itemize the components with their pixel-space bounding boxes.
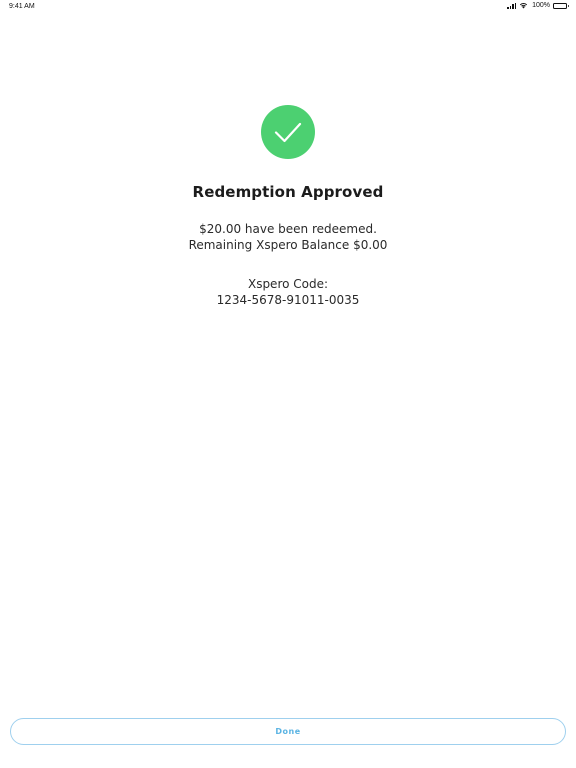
battery-percentage: 100% <box>532 2 550 9</box>
xspero-code-value: 1234-5678-91011-0035 <box>216 293 360 307</box>
redemption-approved-screen: 9:41 AM 100% Redemption Approved $20.00 … <box>0 0 576 768</box>
page-title: Redemption Approved <box>192 183 384 201</box>
redeemed-amount-text: $20.00 have been redeemed. <box>199 222 377 236</box>
wifi-icon <box>519 3 528 9</box>
xspero-code-block: Xspero Code: 1234-5678-91011-0035 <box>0 276 576 308</box>
xspero-code-label: Xspero Code: <box>247 277 329 291</box>
done-button[interactable]: Done <box>10 718 566 745</box>
redemption-message: $20.00 have been redeemed. Remaining Xsp… <box>0 221 576 253</box>
checkmark-glyph <box>274 122 302 143</box>
status-indicators: 100% <box>507 2 569 9</box>
battery-icon <box>553 2 569 9</box>
checkmark-icon <box>261 105 315 159</box>
remaining-balance-text: Remaining Xspero Balance $0.00 <box>188 238 388 252</box>
status-time: 9:41 AM <box>9 3 35 10</box>
cellular-signal-icon <box>507 2 517 9</box>
status-bar: 9:41 AM 100% <box>0 0 576 14</box>
